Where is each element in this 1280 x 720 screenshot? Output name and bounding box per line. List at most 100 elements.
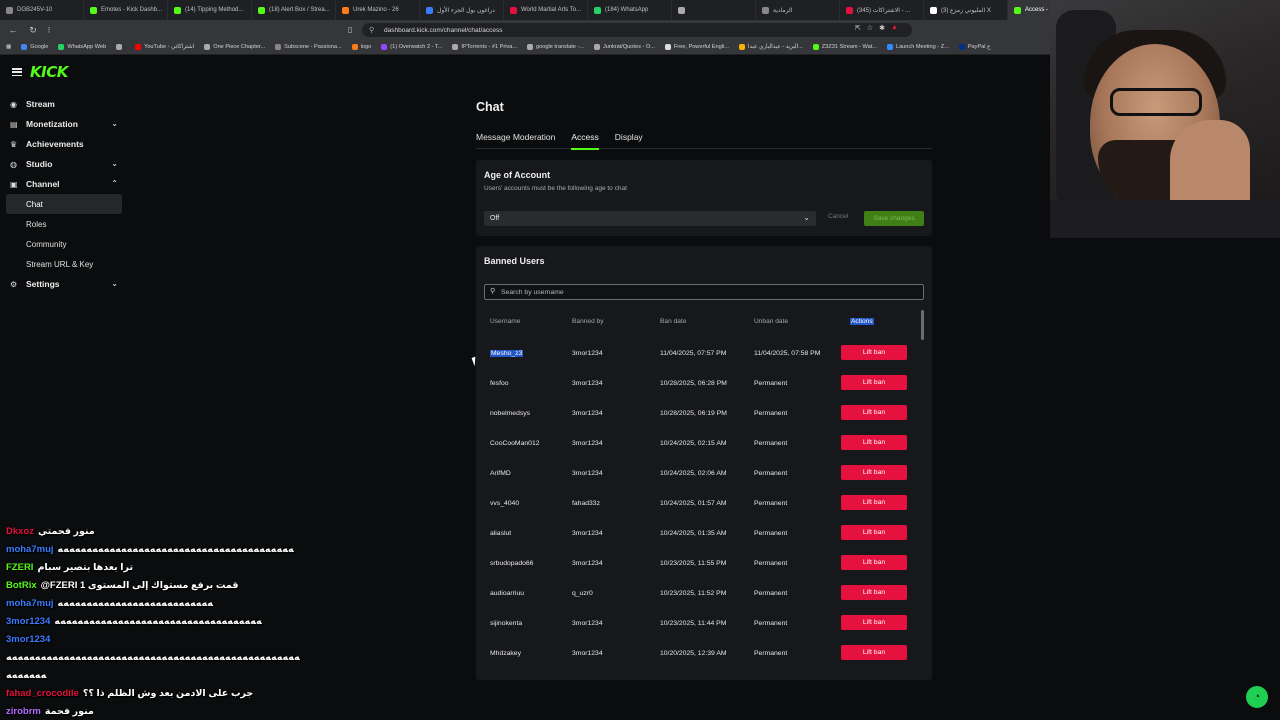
sidebar-subitem-community[interactable]: Community [6,234,122,254]
lift-ban-button[interactable]: Lift ban [841,645,907,660]
bookmark-label: Free, Powerful Engli... [673,44,729,50]
sidebar-item-studio[interactable]: ◍ Studio ⌄ [0,154,128,174]
bookmark-item[interactable] [116,44,125,50]
sidebar-item-monetization[interactable]: ▤ Monetization ⌄ [0,114,128,134]
tab-access[interactable]: Access [571,132,600,150]
lift-ban-button[interactable]: Lift ban [841,495,907,510]
browser-tab[interactable]: (14) Tipping Method... [168,0,252,20]
row-username[interactable]: Mesho_z3 [490,350,524,357]
lift-ban-button[interactable]: Lift ban [841,405,907,420]
lift-ban-button[interactable]: Lift ban [841,585,907,600]
bookmark-item[interactable]: WhatsApp Web [58,44,106,50]
menu-icon[interactable] [12,68,22,76]
sidebar-item-achievements[interactable]: ♛ Achievements [0,134,128,154]
sidebar-item-channel[interactable]: ▣ Channel ⌃ [0,174,128,194]
chevron-down-icon[interactable]: ⌄ [111,159,118,168]
cancel-button[interactable]: Cancel [828,213,848,220]
lift-ban-button[interactable]: Lift ban [841,465,907,480]
row-username[interactable]: audioarriuu [490,590,524,597]
sidebar-subitem-chat[interactable]: Chat [6,194,122,214]
lift-ban-button[interactable]: Lift ban [841,435,907,450]
bookmark-item[interactable]: Subscene - Passiona... [275,44,342,50]
col-actions: Actions [850,318,874,325]
bookmark-item[interactable]: google translate -... [527,44,584,50]
bookmark-item[interactable]: logo [351,44,371,50]
browser-tab[interactable]: (3) المليوني زمزع X [924,0,1008,20]
row-username[interactable]: ArifMD [490,470,511,477]
banned-search-input[interactable]: ⚲ Search by username [484,284,924,300]
money-icon: ▤ [10,119,18,129]
browser-tab[interactable]: Access - Kick Das× [1008,0,1050,20]
row-username[interactable]: Mhdzakey [490,650,521,657]
bookmark-favicon-icon [958,44,965,50]
sidebar-item-settings[interactable]: ⚙ Settings ⌄ [0,274,128,294]
reload-icon[interactable]: ↻ [26,23,40,37]
star-icon[interactable]: ☆ [867,24,873,32]
bookmark-item[interactable]: IPTorrents - #1 Priva... [452,44,517,50]
bookmark-item[interactable]: PayPal ع [958,44,990,50]
apps-icon[interactable]: ⁝ [42,23,56,37]
row-username[interactable]: nobelmedsys [490,410,530,417]
tab-display[interactable]: Display [615,132,643,149]
sidebar-item-stream[interactable]: ◉ Stream [0,94,128,114]
row-username[interactable]: CooCooMan012 [490,440,540,447]
browser-tab[interactable]: Urek Mazino - 26 [336,0,420,20]
kick-logo[interactable]: KICK [30,63,68,81]
row-username[interactable]: aliaslut [490,530,511,537]
bookmark-item[interactable]: One Piece Chapter... [204,44,265,50]
bookmark-icon[interactable]: ▯ [348,25,352,34]
bookmark-label: YouTube - اشتراكاتي [144,44,195,50]
tab-message-moderation[interactable]: Message Moderation [476,132,555,149]
lift-ban-button[interactable]: Lift ban [841,615,907,630]
studio-icon: ◍ [10,159,17,169]
bookmark-item[interactable]: البريد - عبدالباري عبدا... [738,44,803,50]
bookmark-label: One Piece Chapter... [213,44,266,50]
bookmark-label: google translate -... [536,44,584,50]
row-username[interactable]: vvs_4040 [490,500,519,507]
bookmark-item[interactable]: Free, Powerful Engli... [664,44,729,50]
lift-ban-button[interactable]: Lift ban [841,345,907,360]
browser-tab[interactable]: (18) Alert Box / Strea... [252,0,336,20]
save-changes-button[interactable]: Save changes [864,211,924,226]
support-chat-button[interactable]: ◔ [1246,686,1268,708]
chat-message: ﻪﻪﻪﻪﻪﻪﻪﻪﻪﻪﻪﻪﻪﻪﻪﻪﻪﻪﻪﻪﻪﻪﻪﻪﻪﻪﻪﻪﻪﻪﻪﻪﻪﻪﻪﻪﻪﻪﻪﻪ… [6,648,426,666]
tab-title: Emotes - Kick Dashb... [101,7,163,13]
browser-tab[interactable]: Emotes - Kick Dashb... [84,0,168,20]
table-row: audioarriuu q_uzr0 10/23/2025, 11:52 PM Per… [484,578,924,608]
browser-tab[interactable]: دراغون بول الجزء الأول [420,0,504,20]
bookmark-item[interactable]: Z3Z31 Stream - Wat... [812,44,877,50]
extension-icon[interactable]: ✱ [879,24,885,32]
chevron-down-icon[interactable]: ⌄ [111,279,118,288]
browser-tab[interactable] [672,0,756,20]
apps-grid-icon[interactable]: ▦ [6,44,11,50]
row-username[interactable]: srbudopado66 [490,560,533,567]
browser-tab[interactable]: (184) WhatsApp [588,0,672,20]
sidebar-subitem-roles[interactable]: Roles [6,214,122,234]
row-username[interactable]: fesfoo [490,380,509,387]
age-select[interactable]: Off ⌄ [484,211,816,226]
share-icon[interactable]: ⇱ [855,24,861,32]
back-icon[interactable]: ← [6,23,20,37]
banned-title: Banned Users [484,256,545,266]
site-info-icon[interactable]: ⚲ [369,26,374,34]
bookmark-label: Launch Meeting - Z... [895,44,949,50]
url-input[interactable]: ⚲ dashboard.kick.com/channel/chat/access [362,23,912,37]
bookmark-item[interactable]: Junkrat/Quotes - O... [593,44,655,50]
chevron-up-icon[interactable]: ⌃ [111,179,118,188]
extension-icon-2[interactable]: ▲ [891,24,898,32]
bookmark-item[interactable]: Google [21,44,48,50]
bookmark-item[interactable]: Launch Meeting - Z... [886,44,949,50]
lift-ban-button[interactable]: Lift ban [841,375,907,390]
lift-ban-button[interactable]: Lift ban [841,525,907,540]
row-username[interactable]: sijinokenta [490,620,522,627]
lift-ban-button[interactable]: Lift ban [841,555,907,570]
bookmark-favicon-icon [886,44,893,50]
sidebar-subitem-stream-url-key[interactable]: Stream URL & Key [6,254,122,274]
browser-tab[interactable]: الرمادية [756,0,840,20]
browser-tab[interactable]: World Martial Arts To... [504,0,588,20]
bookmark-item[interactable]: (1) Overwatch 2 - T... [381,44,442,50]
browser-tab[interactable]: (345) الاشتراكات - ... [840,0,924,20]
bookmark-item[interactable]: YouTube - اشتراكاتي [135,44,194,50]
browser-tab[interactable]: DGB245V-10 [0,0,84,20]
chevron-down-icon[interactable]: ⌄ [111,119,118,128]
